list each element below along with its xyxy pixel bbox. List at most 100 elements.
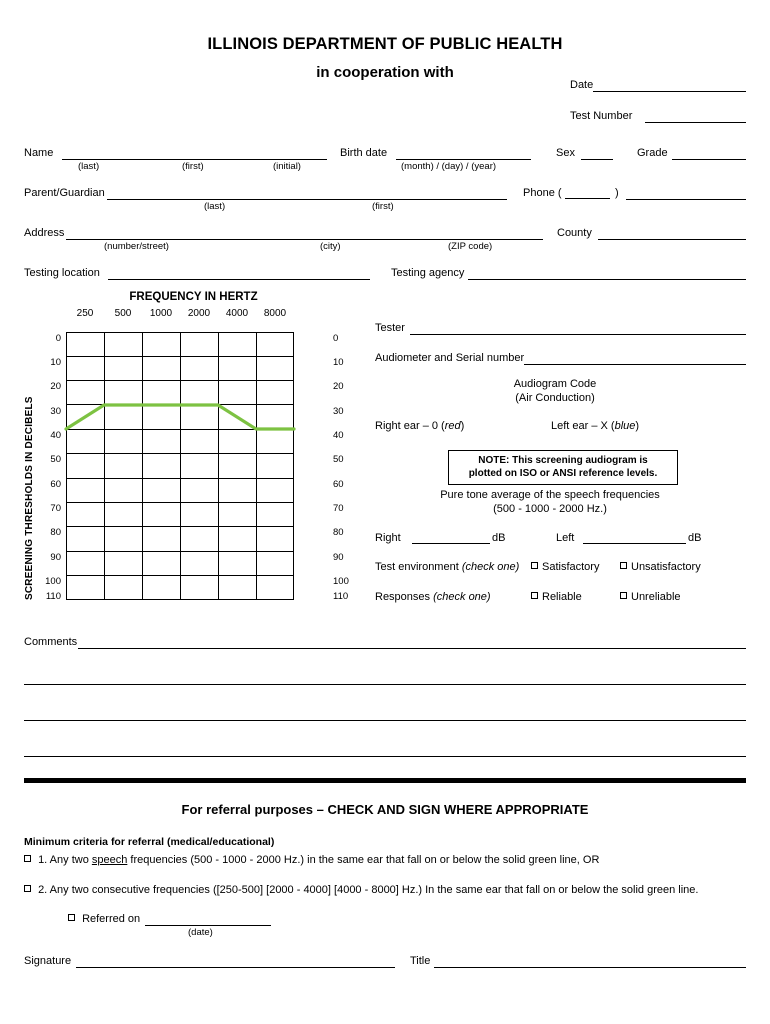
comments-line-2[interactable] xyxy=(24,684,746,685)
audiogram-code-subtitle: (Air Conduction) xyxy=(515,392,595,404)
test-number-field[interactable] xyxy=(645,122,746,123)
chart-gridline-h xyxy=(66,502,294,503)
chart-gridline-h xyxy=(66,429,294,430)
chart-gridline-v xyxy=(142,332,143,600)
referral-item-1-underline: speech xyxy=(91,854,128,866)
checkbox-icon[interactable] xyxy=(24,855,31,862)
chart-ytick-right: 20 xyxy=(333,381,344,392)
checkbox-icon[interactable] xyxy=(24,885,31,892)
signature-field[interactable] xyxy=(76,967,395,968)
test-environment-text: Test environment xyxy=(375,561,459,573)
left-db-field[interactable] xyxy=(583,543,686,544)
testing-agency-field[interactable] xyxy=(468,279,746,280)
right-db-field[interactable] xyxy=(412,543,490,544)
section-divider xyxy=(24,778,746,783)
checkbox-icon[interactable] xyxy=(620,592,627,599)
referral-item-1-pre: 1. Any two xyxy=(38,854,92,866)
name-sub-first: (first) xyxy=(182,161,204,172)
pta-line-2: (500 - 1000 - 2000 Hz.) xyxy=(493,503,607,515)
referral-title: For referral purposes – CHECK AND SIGN W… xyxy=(181,802,589,817)
name-field[interactable] xyxy=(62,159,327,160)
chart-ytick-right: 30 xyxy=(333,406,344,417)
audiometer-field[interactable] xyxy=(524,364,746,365)
address-label: Address xyxy=(24,227,65,239)
testing-location-field[interactable] xyxy=(108,279,370,280)
parent-sub-first: (first) xyxy=(372,201,394,212)
checkbox-icon[interactable] xyxy=(531,562,538,569)
chart-xtick-8000: 8000 xyxy=(263,308,287,319)
chart-ytick-left: 70 xyxy=(50,503,61,514)
chart-gridline-h xyxy=(66,575,294,576)
birthdate-field[interactable] xyxy=(396,159,531,160)
chart-ytick-right: 10 xyxy=(333,357,344,368)
chart-ytick-left: 10 xyxy=(50,357,61,368)
note-box: NOTE: This screening audiogram is plotte… xyxy=(448,450,678,485)
chart-gridline-v xyxy=(180,332,181,600)
chart-gridline-v xyxy=(104,332,105,600)
county-field[interactable] xyxy=(598,239,746,240)
checkbox-satisfactory[interactable]: Satisfactory xyxy=(531,561,599,573)
birthdate-sub: (month) / (day) / (year) xyxy=(401,161,497,172)
chart-xtick-2000: 2000 xyxy=(187,308,211,319)
checkbox-unreliable[interactable]: Unreliable xyxy=(620,591,681,603)
chart-gridline-v xyxy=(218,332,219,600)
chart-ytick-right: 70 xyxy=(333,503,344,514)
pta-line-1: Pure tone average of the speech frequenc… xyxy=(440,489,660,501)
checkbox-icon[interactable] xyxy=(531,592,538,599)
referred-on-row[interactable]: Referred on xyxy=(68,913,140,925)
comments-line-3[interactable] xyxy=(24,720,746,721)
sex-label: Sex xyxy=(556,147,575,159)
name-sub-last: (last) xyxy=(78,161,100,172)
comments-line-1[interactable] xyxy=(78,648,746,649)
phone-label: Phone ( xyxy=(523,187,562,199)
parent-field[interactable] xyxy=(107,199,507,200)
phone-number-field[interactable] xyxy=(626,199,746,200)
county-label: County xyxy=(557,227,592,239)
chart-ytick-left: 90 xyxy=(50,552,61,563)
chart-ytick-right: 40 xyxy=(333,430,344,441)
checkbox-unsatisfactory[interactable]: Unsatisfactory xyxy=(620,561,701,573)
parent-label: Parent/Guardian xyxy=(24,187,105,199)
chart-xtick-500: 500 xyxy=(114,308,132,319)
tester-field[interactable] xyxy=(410,334,746,335)
left-ear-color-word: blue xyxy=(614,420,636,432)
right-ear-legend: Right ear – 0 (red) xyxy=(375,420,465,432)
name-sub-initial: (initial) xyxy=(273,161,301,172)
checkbox-unreliable-label: Unreliable xyxy=(631,591,681,603)
address-sub-city: (city) xyxy=(320,241,341,252)
title-field[interactable] xyxy=(434,967,746,968)
sex-field[interactable] xyxy=(581,159,613,160)
checkbox-icon[interactable] xyxy=(68,914,75,921)
responses-text: Responses xyxy=(375,591,431,603)
audiogram-form-page: ILLINOIS DEPARTMENT OF PUBLIC HEALTH in … xyxy=(0,0,770,1024)
chart-ytick-right: 0 xyxy=(333,333,339,344)
referral-item-1-post: frequencies (500 - 1000 - 2000 Hz.) in t… xyxy=(127,854,600,866)
chart-ytick-right: 100 xyxy=(333,576,349,587)
audiogram-code-title: Audiogram Code xyxy=(513,378,597,390)
name-label: Name xyxy=(24,147,54,159)
referred-on-field[interactable] xyxy=(145,925,271,926)
right-ear-color-word: red xyxy=(444,420,461,432)
chart-ytick-left: 80 xyxy=(50,527,61,538)
address-sub-zip: (ZIP code) xyxy=(448,241,493,252)
chart-gridline-h xyxy=(66,551,294,552)
responses-label: Responses (check one) xyxy=(375,591,491,603)
phone-close-paren: ) xyxy=(615,187,619,199)
chart-gridline-h xyxy=(66,404,294,405)
address-field[interactable] xyxy=(66,239,543,240)
chart-ytick-left: 110 xyxy=(45,591,61,602)
right-db-label: Right xyxy=(375,532,401,544)
signature-label: Signature xyxy=(24,955,72,967)
referral-item-2[interactable]: 2. Any two consecutive frequencies ([250… xyxy=(24,884,698,896)
grade-field[interactable] xyxy=(672,159,746,160)
checkbox-reliable[interactable]: Reliable xyxy=(531,591,582,603)
date-field[interactable] xyxy=(593,91,746,92)
chart-y-axis-label: SCREENING THRESHOLDS IN DECIBELS xyxy=(24,396,35,600)
tester-label: Tester xyxy=(375,322,405,334)
referral-item-1[interactable]: 1. Any two speech frequencies (500 - 100… xyxy=(24,854,599,866)
chart-gridline-h xyxy=(66,356,294,357)
checkbox-icon[interactable] xyxy=(620,562,627,569)
chart-gridline-v xyxy=(256,332,257,600)
comments-line-4[interactable] xyxy=(24,756,746,757)
phone-area-code-field[interactable] xyxy=(565,198,610,199)
